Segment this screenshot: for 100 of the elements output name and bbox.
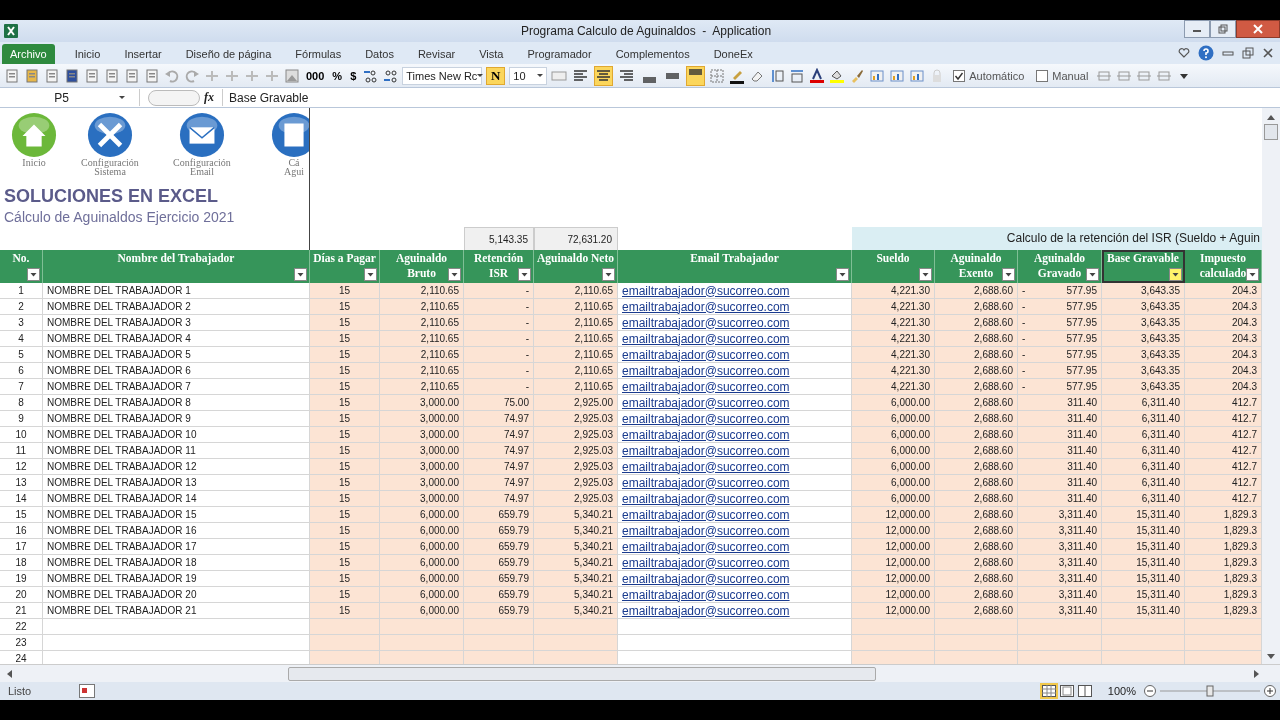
restore-icon[interactable] [1242, 47, 1254, 59]
image-icon[interactable] [284, 67, 300, 84]
email-link[interactable]: emailtrabajador@sucorreo.com [622, 587, 790, 602]
close-button[interactable] [1236, 20, 1280, 38]
ribbon-tab[interactable]: Datos [353, 44, 406, 64]
email-link[interactable]: emailtrabajador@sucorreo.com [622, 603, 790, 618]
chart-tool-icon[interactable] [869, 67, 886, 84]
launcher-label[interactable]: Configuración Email [173, 158, 231, 176]
ribbon-tab[interactable]: Insertar [112, 44, 174, 64]
help-icon[interactable] [1198, 45, 1214, 61]
filter-dropdown-icon[interactable] [836, 268, 849, 281]
ribbon-tab[interactable]: Revisar [405, 44, 468, 64]
minimize-button[interactable] [1184, 20, 1210, 38]
filter-dropdown-icon[interactable] [518, 268, 531, 281]
email-link[interactable]: emailtrabajador@sucorreo.com [622, 395, 790, 410]
filter-dropdown-icon[interactable] [448, 268, 461, 281]
function-toggle[interactable] [148, 89, 200, 106]
ribbon-tab[interactable]: Inicio [62, 44, 113, 64]
ribbon-tab[interactable]: Complementos [603, 44, 702, 64]
increase-decimal-icon[interactable] [362, 67, 379, 84]
launcher-label[interactable]: Configuración Sistema [81, 158, 139, 176]
heart-icon[interactable] [1178, 47, 1190, 59]
formula-input[interactable]: Base Gravable [222, 89, 1280, 106]
zoom-out-icon[interactable] [1144, 685, 1156, 697]
ribbon-tab[interactable]: Vista [467, 44, 516, 64]
filter-dropdown-icon[interactable] [1086, 268, 1099, 281]
filter-dropdown-icon[interactable] [1246, 268, 1259, 281]
ribbon-tab[interactable]: Diseño de página [173, 44, 284, 64]
ribbon-tab[interactable]: Programador [515, 44, 604, 64]
email-link[interactable]: emailtrabajador@sucorreo.com [622, 523, 790, 538]
email-link[interactable]: emailtrabajador@sucorreo.com [622, 299, 790, 314]
zoom-in-icon[interactable] [1264, 685, 1276, 697]
ribbon-tab[interactable]: DoneEx [701, 44, 765, 64]
email-link[interactable]: emailtrabajador@sucorreo.com [622, 347, 790, 362]
font-size-dropdown[interactable]: 10 [509, 66, 548, 85]
zoom-slider-thumb[interactable] [1206, 685, 1214, 697]
ribbon-tab[interactable]: Fórmulas [283, 44, 354, 64]
filter-dropdown-icon[interactable] [27, 268, 40, 281]
email-link[interactable]: emailtrabajador@sucorreo.com [622, 331, 790, 346]
vertical-align-button[interactable] [686, 65, 706, 86]
ribbon-tab[interactable]: Archivo [2, 44, 55, 64]
scroll-up-icon[interactable] [1267, 114, 1275, 120]
email-link[interactable]: emailtrabajador@sucorreo.com [622, 475, 790, 490]
checkbox-label[interactable]: Manual [1052, 69, 1089, 82]
filter-dropdown-icon[interactable] [364, 268, 377, 281]
number-format-button[interactable]: $ [348, 66, 359, 85]
name-box[interactable]: P5 [0, 89, 140, 106]
launcher-icon[interactable] [87, 112, 133, 158]
email-link[interactable]: emailtrabajador@sucorreo.com [622, 283, 790, 298]
normal-view-icon[interactable] [1041, 685, 1056, 697]
font-name-dropdown[interactable]: Times New Rc [402, 66, 483, 85]
email-link[interactable]: emailtrabajador@sucorreo.com [622, 507, 790, 522]
checkbox[interactable] [1036, 69, 1049, 82]
launcher-icon[interactable] [271, 112, 309, 158]
filter-dropdown-icon[interactable] [1002, 268, 1015, 281]
chart-tool-icon[interactable] [909, 67, 926, 84]
page-layout-icon[interactable] [1059, 685, 1074, 697]
email-link[interactable]: emailtrabajador@sucorreo.com [622, 379, 790, 394]
scroll-left-icon[interactable] [6, 669, 12, 678]
row-height-icon[interactable] [769, 67, 786, 84]
decrease-decimal-icon[interactable] [382, 67, 399, 84]
align-button[interactable] [594, 65, 614, 86]
scroll-right-icon[interactable] [1254, 669, 1260, 678]
filter-dropdown-icon[interactable] [1169, 268, 1182, 281]
insert-function-button[interactable]: fx [204, 90, 214, 105]
column-header[interactable]: Base Gravable [1102, 250, 1185, 283]
font-color-icon[interactable] [809, 67, 826, 84]
horizontal-scrollbar[interactable] [0, 664, 1280, 682]
number-format-button[interactable]: % [330, 66, 345, 85]
vertical-scrollbar[interactable] [1262, 108, 1280, 664]
close-icon[interactable] [1262, 47, 1274, 59]
scroll-thumb[interactable] [288, 666, 876, 681]
filter-dropdown-icon[interactable] [919, 268, 932, 281]
email-link[interactable]: emailtrabajador@sucorreo.com [622, 491, 790, 506]
checkbox[interactable] [953, 69, 966, 82]
email-link[interactable]: emailtrabajador@sucorreo.com [622, 411, 790, 426]
launcher-label[interactable]: Inicio [22, 158, 46, 167]
new-file-icon[interactable] [4, 67, 20, 84]
checkbox-label[interactable]: Automático [969, 69, 1025, 82]
bold-button[interactable]: N [486, 66, 506, 85]
page-break-icon[interactable] [1077, 685, 1092, 697]
launcher-icon[interactable] [179, 112, 225, 158]
email-link[interactable]: emailtrabajador@sucorreo.com [622, 539, 790, 554]
macro-record-icon[interactable] [79, 684, 96, 698]
zoom-level[interactable]: 100% [1107, 685, 1136, 697]
number-format-button[interactable]: 000 [304, 66, 327, 85]
scroll-down-icon[interactable] [1267, 654, 1275, 660]
save-icon[interactable] [64, 67, 80, 84]
launcher-label[interactable]: Cá Agui [284, 158, 304, 176]
email-link[interactable]: emailtrabajador@sucorreo.com [622, 571, 790, 586]
email-link[interactable]: emailtrabajador@sucorreo.com [622, 443, 790, 458]
scroll-thumb[interactable] [1264, 124, 1278, 140]
email-link[interactable]: emailtrabajador@sucorreo.com [622, 555, 790, 570]
chart-tool-icon[interactable] [889, 67, 906, 84]
email-link[interactable]: emailtrabajador@sucorreo.com [622, 315, 790, 330]
restore-button[interactable] [1210, 20, 1236, 38]
email-link[interactable]: emailtrabajador@sucorreo.com [622, 459, 790, 474]
open-folder-icon[interactable] [24, 67, 40, 84]
email-link[interactable]: emailtrabajador@sucorreo.com [622, 427, 790, 442]
email-link[interactable]: emailtrabajador@sucorreo.com [622, 363, 790, 378]
